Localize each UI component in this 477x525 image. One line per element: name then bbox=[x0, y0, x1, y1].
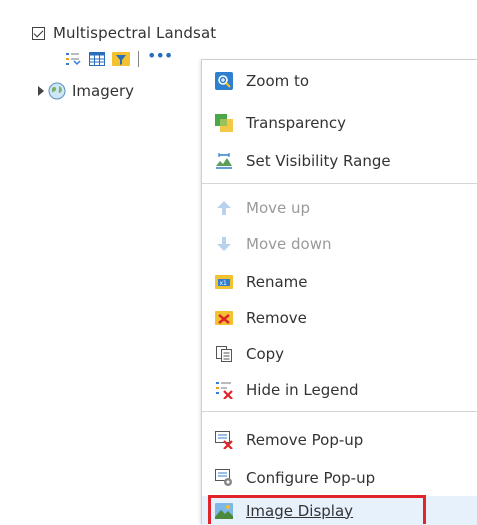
visibility-range-icon bbox=[215, 152, 233, 170]
legend-icon[interactable] bbox=[64, 50, 82, 68]
sublayer-row: Imagery bbox=[38, 80, 134, 102]
svg-text:x1: x1 bbox=[220, 280, 228, 287]
arrow-down-icon bbox=[215, 235, 233, 253]
menu-item-label: Move up bbox=[246, 199, 311, 217]
menu-item-label: Hide in Legend bbox=[246, 381, 359, 399]
menu-item-label: Remove Pop-up bbox=[246, 431, 364, 449]
menu-separator bbox=[202, 411, 477, 412]
menu-item-configure-popup[interactable]: Configure Pop-up bbox=[202, 460, 477, 496]
remove-popup-icon bbox=[215, 431, 233, 449]
layer-row: Multispectral Landsat bbox=[32, 23, 216, 43]
toolbar-separator bbox=[138, 51, 139, 67]
filter-icon[interactable] bbox=[112, 50, 130, 68]
menu-item-hide-in-legend[interactable]: Hide in Legend bbox=[202, 372, 477, 408]
hide-legend-icon bbox=[215, 381, 233, 399]
menu-item-label: Copy bbox=[246, 345, 285, 363]
menu-item-move-up: Move up bbox=[202, 190, 477, 226]
menu-item-label: Transparency bbox=[246, 114, 347, 132]
highlight-annotation-box bbox=[208, 495, 426, 524]
menu-item-label: Rename bbox=[246, 273, 308, 291]
menu-item-label: Configure Pop-up bbox=[246, 469, 376, 487]
menu-separator bbox=[202, 183, 477, 184]
copy-icon bbox=[215, 345, 233, 363]
menu-item-label: Set Visibility Range bbox=[246, 152, 391, 170]
zoom-to-icon bbox=[215, 72, 233, 90]
layer-toolbar: ••• bbox=[64, 48, 173, 69]
arrow-up-icon bbox=[215, 199, 233, 217]
layer-title[interactable]: Multispectral Landsat bbox=[53, 24, 216, 42]
menu-item-remove-popup[interactable]: Remove Pop-up bbox=[202, 422, 477, 458]
menu-item-copy[interactable]: Copy bbox=[202, 336, 477, 372]
menu-item-rename[interactable]: x1 Rename bbox=[202, 264, 477, 300]
menu-item-label: Zoom to bbox=[246, 72, 310, 90]
menu-item-move-down: Move down bbox=[202, 226, 477, 262]
expand-caret-icon[interactable] bbox=[38, 86, 44, 96]
layer-visibility-checkbox[interactable] bbox=[32, 26, 45, 40]
layer-context-menu: Zoom to Transparency Set Visibility Rang… bbox=[201, 59, 477, 525]
more-options-button[interactable]: ••• bbox=[147, 48, 173, 64]
menu-item-transparency[interactable]: Transparency bbox=[202, 105, 477, 141]
menu-item-label: Remove bbox=[246, 309, 307, 327]
rename-icon: x1 bbox=[215, 273, 233, 291]
transparency-icon bbox=[215, 114, 233, 132]
configure-popup-icon bbox=[215, 469, 233, 487]
menu-item-zoom-to[interactable]: Zoom to bbox=[202, 63, 477, 99]
sublayer-title[interactable]: Imagery bbox=[72, 82, 134, 100]
menu-item-set-visibility-range[interactable]: Set Visibility Range bbox=[202, 143, 477, 179]
remove-icon bbox=[215, 309, 233, 327]
menu-item-remove[interactable]: Remove bbox=[202, 300, 477, 336]
globe-icon bbox=[48, 82, 66, 100]
menu-item-label: Move down bbox=[246, 235, 332, 253]
table-icon[interactable] bbox=[88, 50, 106, 68]
